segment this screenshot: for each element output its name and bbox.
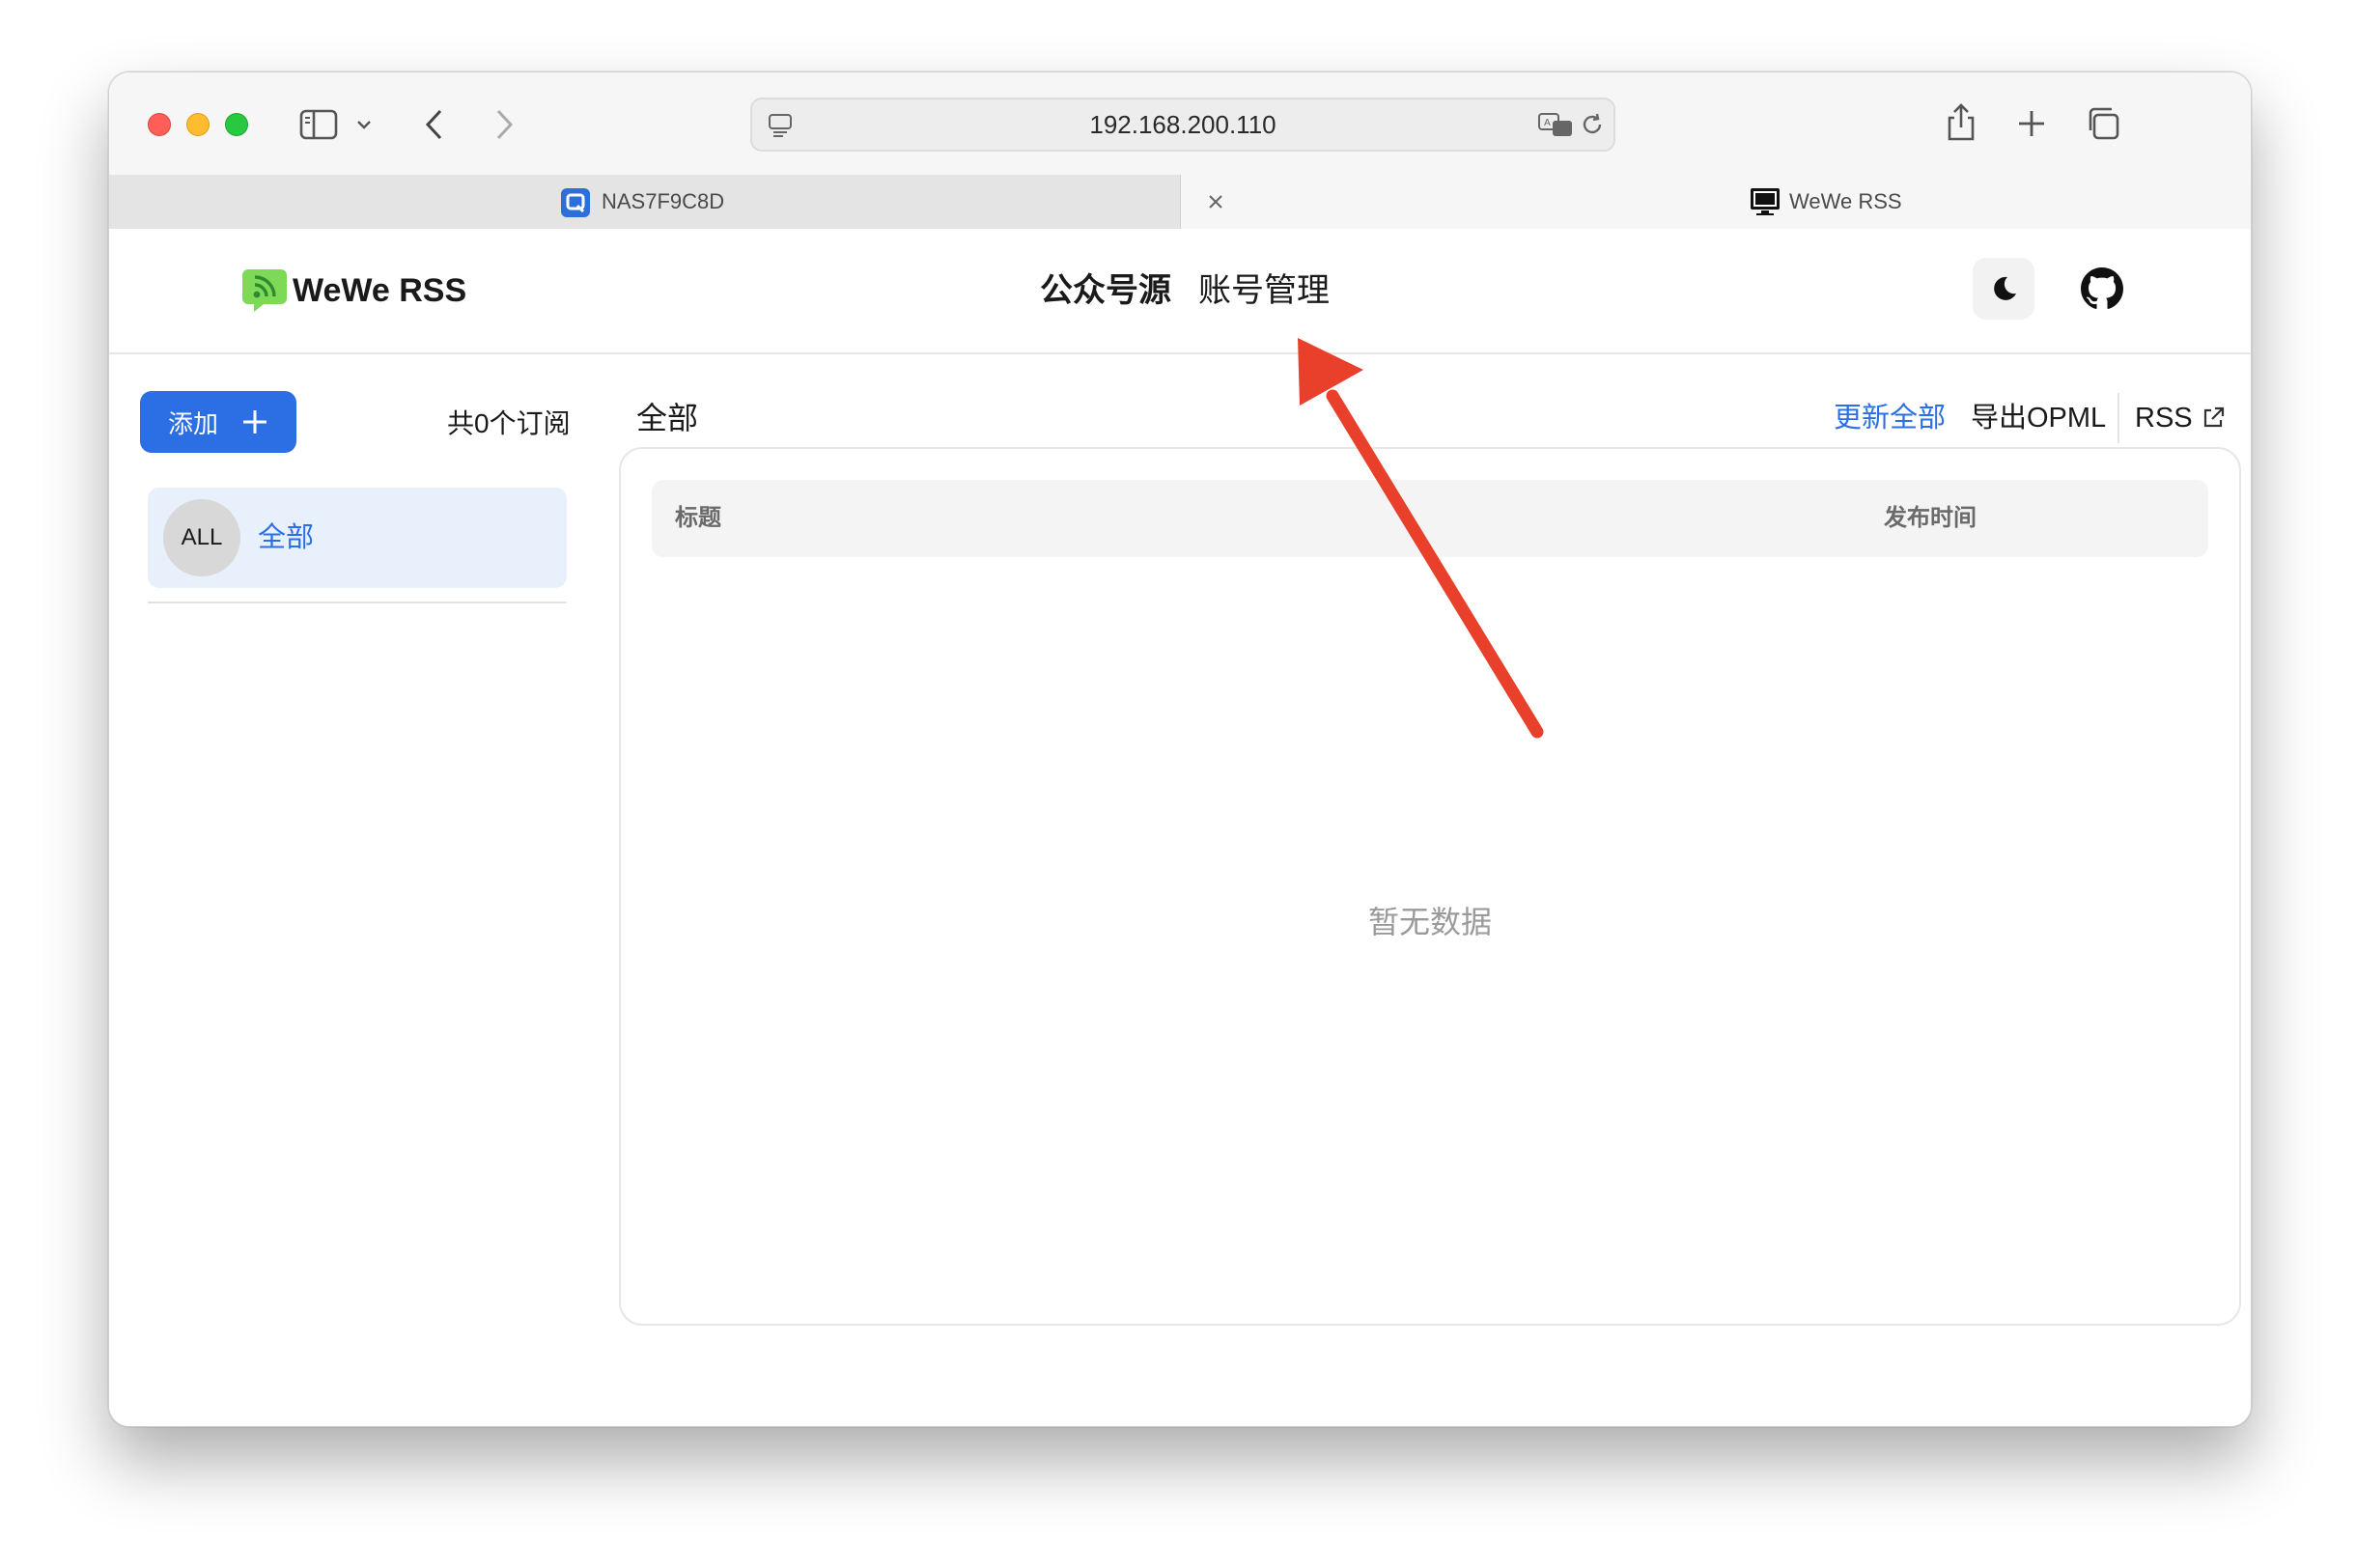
moon-icon (1994, 276, 2016, 300)
sidebar-divider (148, 602, 567, 603)
new-tab-icon[interactable] (2013, 105, 2050, 142)
add-subscription-button[interactable]: 添加 (140, 391, 296, 453)
nav-feeds[interactable]: 公众号源 (1040, 269, 1171, 312)
sidebar-toggle-icon[interactable] (298, 105, 339, 144)
svg-text:A: A (1544, 118, 1551, 128)
column-header-title: 标题 (675, 505, 721, 531)
tab-label: WeWe RSS (1789, 189, 1902, 213)
github-link-button[interactable] (2071, 258, 2133, 320)
add-button-label: 添加 (167, 408, 218, 438)
tab-wewe-rss[interactable]: WeWe RSS (1181, 175, 2251, 229)
share-icon[interactable] (1942, 99, 1980, 146)
browser-toolbar: 192.168.200.110 A (109, 72, 2251, 175)
nav-account-management[interactable]: 账号管理 (1198, 269, 1330, 312)
tab-bar: NAS7F9C8D WeWe RSS (109, 175, 2251, 229)
reload-icon[interactable] (1579, 111, 1606, 138)
table-header: 标题 发布时间 (652, 480, 2208, 557)
column-header-publish-time: 发布时间 (1884, 505, 1977, 531)
zoom-window-button[interactable] (225, 113, 248, 136)
rss-link-label: RSS (2135, 403, 2193, 434)
tab-nas[interactable]: NAS7F9C8D (109, 175, 1181, 229)
external-link-icon (2203, 406, 2224, 428)
empty-state: 暂无数据 (1367, 905, 1492, 939)
app-header: WeWe RSS 公众号源 账号管理 (109, 229, 2251, 354)
wewe-logo-icon (240, 266, 289, 314)
avatar: ALL (163, 499, 240, 576)
tab-label: NAS7F9C8D (602, 189, 725, 213)
address-text: 192.168.200.110 (1089, 110, 1276, 139)
chevron-down-icon[interactable] (354, 115, 374, 134)
app-root: WeWe RSS 公众号源 账号管理 添加 共0个订阅 ALL 全部 全部 更新… (109, 229, 2251, 1426)
github-icon (2081, 267, 2123, 309)
refresh-all-button[interactable]: 更新全部 (1834, 397, 1946, 439)
close-window-button[interactable] (148, 113, 171, 136)
articles-table-card: 标题 发布时间 暂无数据 (619, 447, 2241, 1326)
browser-window: 192.168.200.110 A NAS7F9C8D WeWe RSS WeW… (108, 71, 2252, 1427)
feed-item-label: 全部 (258, 522, 315, 553)
action-divider (2118, 393, 2119, 443)
rss-link[interactable]: RSS (2135, 397, 2226, 439)
export-opml-button[interactable]: 导出OPML (1971, 397, 2106, 439)
tab-overview-icon[interactable] (2083, 103, 2123, 144)
qnap-icon (561, 188, 590, 217)
page-title: 全部 (636, 401, 699, 435)
brand-name[interactable]: WeWe RSS (293, 269, 466, 312)
subscription-count: 共0个订阅 (447, 408, 571, 438)
feed-item-all[interactable]: ALL 全部 (148, 488, 567, 588)
wewe-favicon-icon (1749, 186, 1781, 217)
back-arrow-icon[interactable] (420, 105, 449, 144)
close-tab-icon[interactable] (1204, 190, 1227, 213)
plus-icon (243, 410, 266, 434)
translate-icon[interactable]: A (1536, 111, 1575, 138)
minimize-window-button[interactable] (186, 113, 210, 136)
theme-toggle-button[interactable] (1973, 258, 2034, 320)
address-bar[interactable]: 192.168.200.110 A (750, 98, 1615, 152)
forward-arrow-icon[interactable] (490, 105, 519, 144)
